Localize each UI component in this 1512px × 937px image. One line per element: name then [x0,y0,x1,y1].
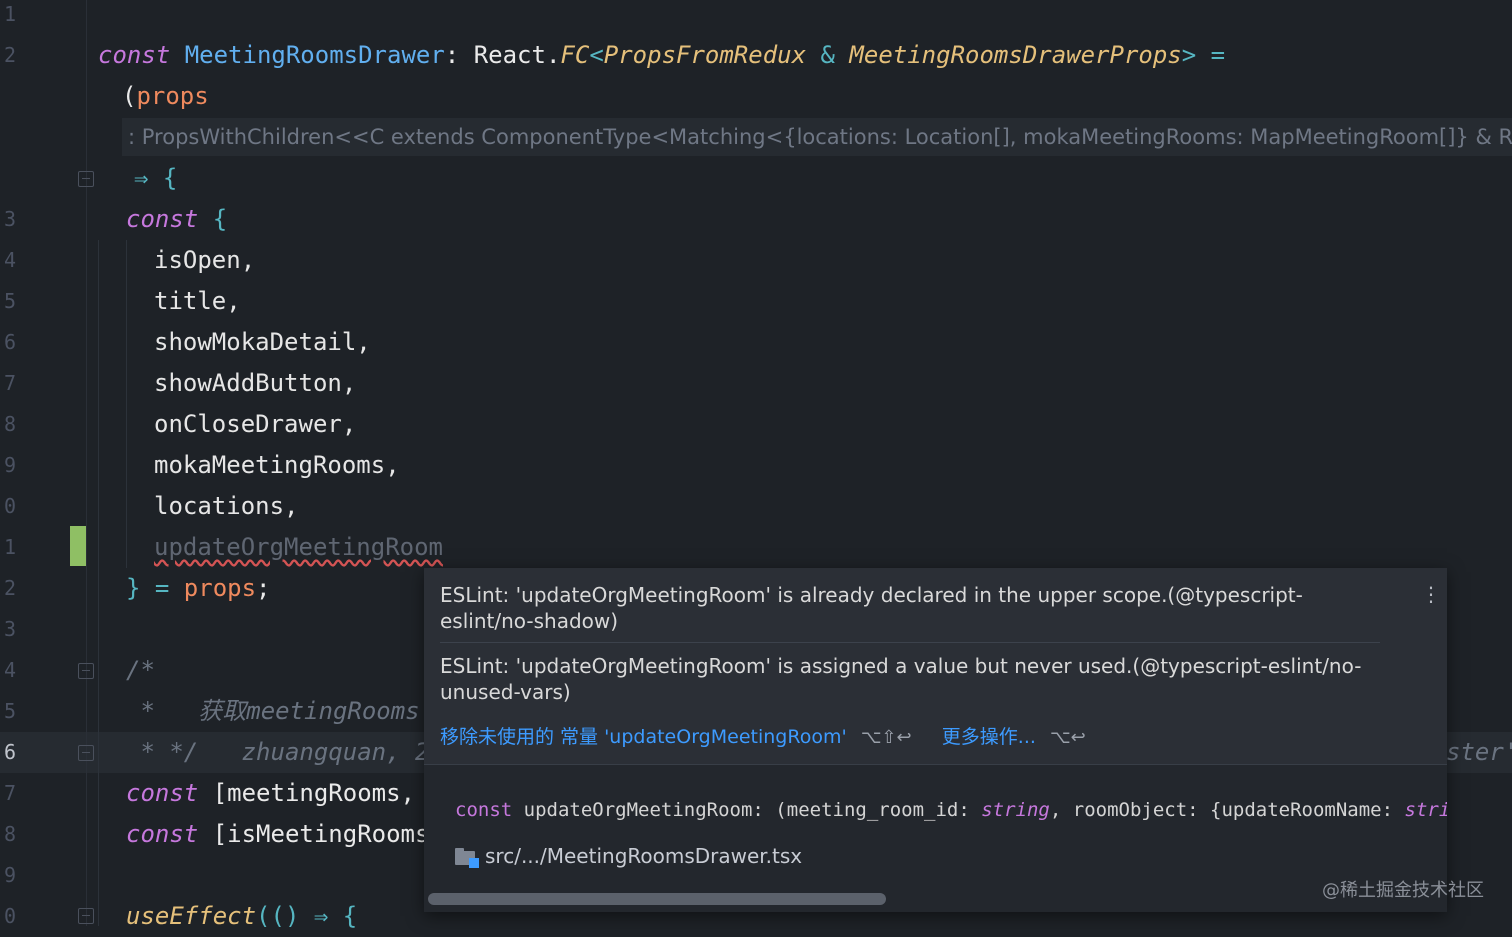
indent-guide [98,240,99,926]
line-number: 6 [3,330,16,354]
watermark: @稀土掘金技术社区 [1322,880,1484,901]
eslint-message-no-unused-vars: ESLint: 'updateOrgMeetingRoom' is assign… [440,654,1362,704]
quick-actions: 移除未使用的 常量 'updateOrgMeetingRoom' ⌥⇧↩ 更多操作… [440,724,1086,750]
line-number: 9 [3,863,16,887]
code-line[interactable]: ⇒ { [134,158,177,199]
more-actions-link[interactable]: 更多操作... [942,726,1036,748]
line-number: 0 [3,494,16,518]
eslint-message-no-shadow: ESLint: 'updateOrgMeetingRoom' is alread… [440,583,1303,633]
comment-line[interactable]: * */ zhuangquan, 2 [126,732,429,773]
code-line[interactable]: const [meetingRooms, [126,773,415,814]
line-number: 9 [3,453,16,477]
destructure-item[interactable]: locations, [154,486,299,527]
horizontal-scrollbar[interactable] [428,893,886,905]
line-number: 1 [3,535,16,559]
declaration-signature: const updateOrgMeetingRoom: (meeting_roo… [455,799,1447,821]
line-number: 8 [3,412,16,436]
destructure-item[interactable]: isOpen, [154,240,255,281]
type-inlay-hint: : PropsWithChildren<<C extends Component… [122,118,1512,156]
line-number: 5 [3,289,16,313]
shortcut-hint: ⌥⇧↩ [860,727,912,748]
destructure-item[interactable]: showMokaDetail, [154,322,371,363]
indent-guide [126,240,127,568]
code-line[interactable]: const MeetingRoomsDrawer: React.FC<Props… [98,35,1225,76]
declaration-preview: const updateOrgMeetingRoom: (meeting_roo… [424,764,1447,912]
line-number: 1 [3,2,16,26]
folder-icon [455,848,479,868]
destructure-item[interactable]: onCloseDrawer, [154,404,356,445]
fold-icon[interactable] [78,171,94,187]
fold-icon[interactable] [78,663,94,679]
line-number: 0 [3,904,16,928]
shortcut-hint: ⌥↩ [1049,727,1086,748]
line-number: 2 [3,576,16,600]
line-number: 3 [3,617,16,641]
eslint-tooltip-popup[interactable]: ⋮ ESLint: 'updateOrgMeetingRoom' is alre… [424,568,1447,912]
file-path[interactable]: src/.../MeetingRoomsDrawer.tsx [485,844,802,868]
line-number: 6 [3,740,16,764]
comment-line[interactable]: * 获取meetingRooms [126,691,419,732]
change-marker[interactable] [70,526,86,566]
destructure-item[interactable]: mokaMeetingRooms, [154,445,400,486]
code-line[interactable]: (props [122,76,209,117]
line-number: 4 [3,658,16,682]
code-line[interactable]: } = props; [126,568,271,609]
remove-unused-constant-link[interactable]: 移除未使用的 常量 'updateOrgMeetingRoom' [440,726,847,748]
fold-icon[interactable] [78,908,94,924]
code-line[interactable]: const [isMeetingRooms [126,814,429,855]
gutter-separator [86,0,87,926]
line-number: 5 [3,699,16,723]
divider [440,642,1380,643]
more-options-icon[interactable]: ⋮ [1421,582,1441,606]
line-number: 8 [3,822,16,846]
unused-variable-name[interactable]: updateOrgMeetingRoom [154,533,443,561]
destructure-item[interactable]: showAddButton, [154,363,356,404]
unused-variable[interactable]: updateOrgMeetingRoom [154,527,443,568]
code-line[interactable]: const { [126,199,227,240]
line-number: 3 [3,207,16,231]
line-number: 4 [3,248,16,272]
line-number: 7 [3,781,16,805]
comment-overflow[interactable]: ster' [1446,732,1512,773]
destructure-item[interactable]: title, [154,281,241,322]
declaration-file-link[interactable]: src/.../MeetingRoomsDrawer.tsx [455,843,802,869]
line-number: 7 [3,371,16,395]
fold-icon[interactable] [78,745,94,761]
comment-line[interactable]: /* [126,650,155,691]
line-number: 2 [3,43,16,67]
code-line[interactable]: useEffect(() ⇒ { [126,896,357,937]
